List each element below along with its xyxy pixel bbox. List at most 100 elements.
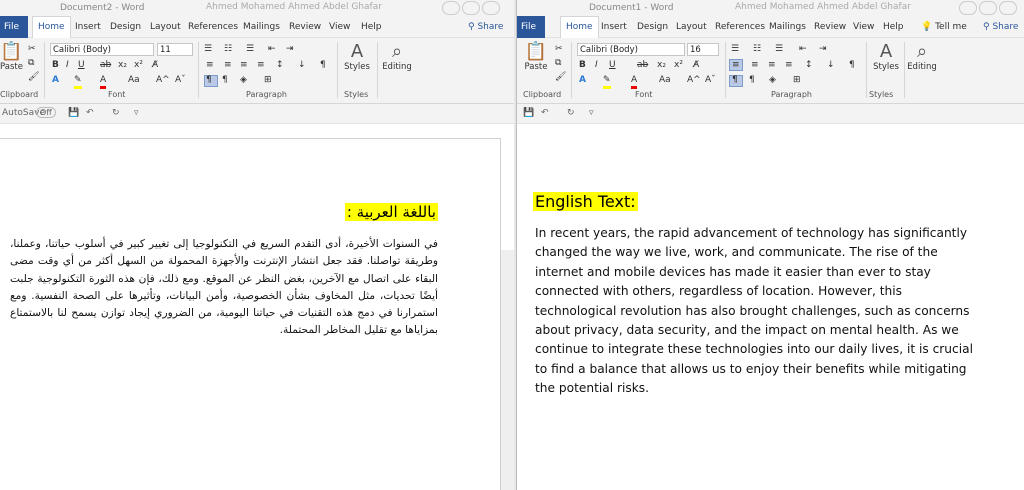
text-effects-icon[interactable]: A [52, 75, 59, 86]
center-icon[interactable]: ≡ [751, 60, 759, 71]
shrink-font-icon[interactable]: Aˇ [175, 75, 186, 86]
tab-design[interactable]: Design [637, 22, 668, 32]
text-effects-icon[interactable]: A [579, 75, 586, 86]
tab-mailings[interactable]: Mailings [243, 22, 280, 32]
justify-icon[interactable]: ≡ [257, 60, 265, 71]
tell-me-box[interactable]: 💡 Tell me [921, 22, 967, 32]
tab-references[interactable]: References [188, 22, 238, 32]
align-right-icon[interactable]: ≡ [240, 60, 248, 71]
clear-formatting-icon[interactable]: A̸ [152, 60, 158, 71]
tab-insert[interactable]: Insert [75, 22, 101, 32]
tab-file[interactable]: File [517, 16, 545, 38]
multilevel-icon[interactable]: ☰ [246, 44, 254, 55]
ltr-icon[interactable]: ¶ [749, 75, 755, 86]
tab-insert[interactable]: Insert [601, 22, 627, 32]
borders-icon[interactable]: ⊞ [793, 75, 801, 86]
editing-button[interactable]: ⌕ Editing [380, 42, 414, 73]
subscript-icon[interactable]: x₂ [657, 60, 666, 71]
superscript-icon[interactable]: x² [134, 60, 143, 71]
numbering-icon[interactable]: ☷ [753, 44, 761, 55]
sort-icon[interactable]: ↓ [827, 60, 835, 71]
bold-icon[interactable]: B [579, 60, 586, 71]
styles-button[interactable]: A Styles [343, 42, 371, 73]
highlight-icon[interactable]: ✎ [74, 75, 82, 89]
minimize-button[interactable] [959, 1, 977, 15]
undo-icon[interactable]: ↶ [86, 108, 94, 118]
tab-mailings[interactable]: Mailings [769, 22, 806, 32]
rtl-icon[interactable]: ¶ [206, 75, 212, 86]
numbering-icon[interactable]: ☷ [224, 44, 232, 55]
italic-icon[interactable]: I [595, 60, 598, 71]
strikethrough-icon[interactable]: ab [637, 60, 648, 71]
styles-button[interactable]: A Styles [871, 42, 901, 73]
font-name-combo[interactable]: Calibri (Body) [577, 43, 685, 56]
close-button[interactable] [482, 1, 500, 15]
close-button[interactable] [999, 1, 1017, 15]
tab-design[interactable]: Design [110, 22, 141, 32]
grow-font-icon[interactable]: A^ [687, 75, 701, 86]
shrink-font-icon[interactable]: Aˇ [705, 75, 716, 86]
font-color-icon[interactable]: A [100, 75, 107, 89]
clear-formatting-icon[interactable]: A̸ [693, 60, 699, 71]
pilcrow-icon[interactable]: ¶ [849, 60, 855, 71]
decrease-indent-icon[interactable]: ⇤ [799, 44, 807, 55]
font-color-icon[interactable]: A [631, 75, 638, 89]
change-case-icon[interactable]: Aa [128, 75, 140, 86]
maximize-button[interactable] [462, 1, 480, 15]
tab-review[interactable]: Review [814, 22, 846, 32]
tab-help[interactable]: Help [883, 22, 904, 32]
pilcrow-icon[interactable]: ¶ [320, 60, 326, 71]
justify-icon[interactable]: ≡ [785, 60, 793, 71]
underline-icon[interactable]: U [78, 60, 85, 71]
line-spacing-icon[interactable]: ↕ [805, 60, 813, 71]
maximize-button[interactable] [979, 1, 997, 15]
increase-indent-icon[interactable]: ⇥ [819, 44, 827, 55]
ltr-icon[interactable]: ¶ [222, 75, 228, 86]
tab-home[interactable]: Home [560, 16, 599, 38]
account-name[interactable]: Ahmed Mohamed Ahmed Abdel Ghafar [735, 2, 911, 12]
minimize-button[interactable] [442, 1, 460, 15]
tab-references[interactable]: References [715, 22, 765, 32]
vertical-scrollbar[interactable] [500, 250, 514, 490]
shading-icon[interactable]: ◈ [769, 75, 776, 86]
font-name-combo[interactable]: Calibri (Body) [50, 43, 154, 56]
tab-view[interactable]: View [329, 22, 350, 32]
autosave-toggle[interactable]: Off [36, 107, 56, 118]
font-size-combo[interactable]: 16 [687, 43, 719, 56]
cut-icon[interactable]: ✂ [28, 44, 36, 55]
multilevel-icon[interactable]: ☰ [775, 44, 783, 55]
redo-icon[interactable]: ↻ [567, 108, 575, 118]
grow-font-icon[interactable]: A^ [156, 75, 170, 86]
shading-icon[interactable]: ◈ [240, 75, 247, 86]
underline-icon[interactable]: U [609, 60, 616, 71]
undo-icon[interactable]: ↶ [541, 108, 549, 118]
center-icon[interactable]: ≡ [224, 60, 232, 71]
decrease-indent-icon[interactable]: ⇤ [268, 44, 276, 55]
change-case-icon[interactable]: Aa [659, 75, 671, 86]
paste-button[interactable]: 📋 Paste [0, 42, 23, 73]
format-painter-icon[interactable]: 🖌 [555, 72, 566, 83]
redo-icon[interactable]: ↻ [112, 108, 120, 118]
copy-icon[interactable]: ⧉ [555, 58, 561, 69]
increase-indent-icon[interactable]: ⇥ [286, 44, 294, 55]
align-left-icon[interactable]: ≡ [206, 60, 214, 71]
align-left-icon[interactable]: ≡ [732, 60, 740, 71]
subscript-icon[interactable]: x₂ [118, 60, 127, 71]
line-spacing-icon[interactable]: ↕ [276, 60, 284, 71]
tab-help[interactable]: Help [361, 22, 382, 32]
align-right-icon[interactable]: ≡ [768, 60, 776, 71]
superscript-icon[interactable]: x² [674, 60, 683, 71]
cut-icon[interactable]: ✂ [555, 44, 563, 55]
tab-review[interactable]: Review [289, 22, 321, 32]
tab-layout[interactable]: Layout [150, 22, 181, 32]
copy-icon[interactable]: ⧉ [28, 58, 34, 69]
tab-layout[interactable]: Layout [676, 22, 707, 32]
borders-icon[interactable]: ⊞ [264, 75, 272, 86]
highlight-icon[interactable]: ✎ [603, 75, 611, 89]
customize-qat-icon[interactable]: ▿ [134, 108, 139, 118]
editing-button[interactable]: ⌕ Editing [905, 42, 939, 73]
paste-button[interactable]: 📋 Paste [523, 42, 549, 73]
share-button[interactable]: ⚲ Share [468, 22, 503, 32]
customize-qat-icon[interactable]: ▿ [589, 108, 594, 118]
save-icon[interactable]: 💾 [523, 108, 534, 118]
